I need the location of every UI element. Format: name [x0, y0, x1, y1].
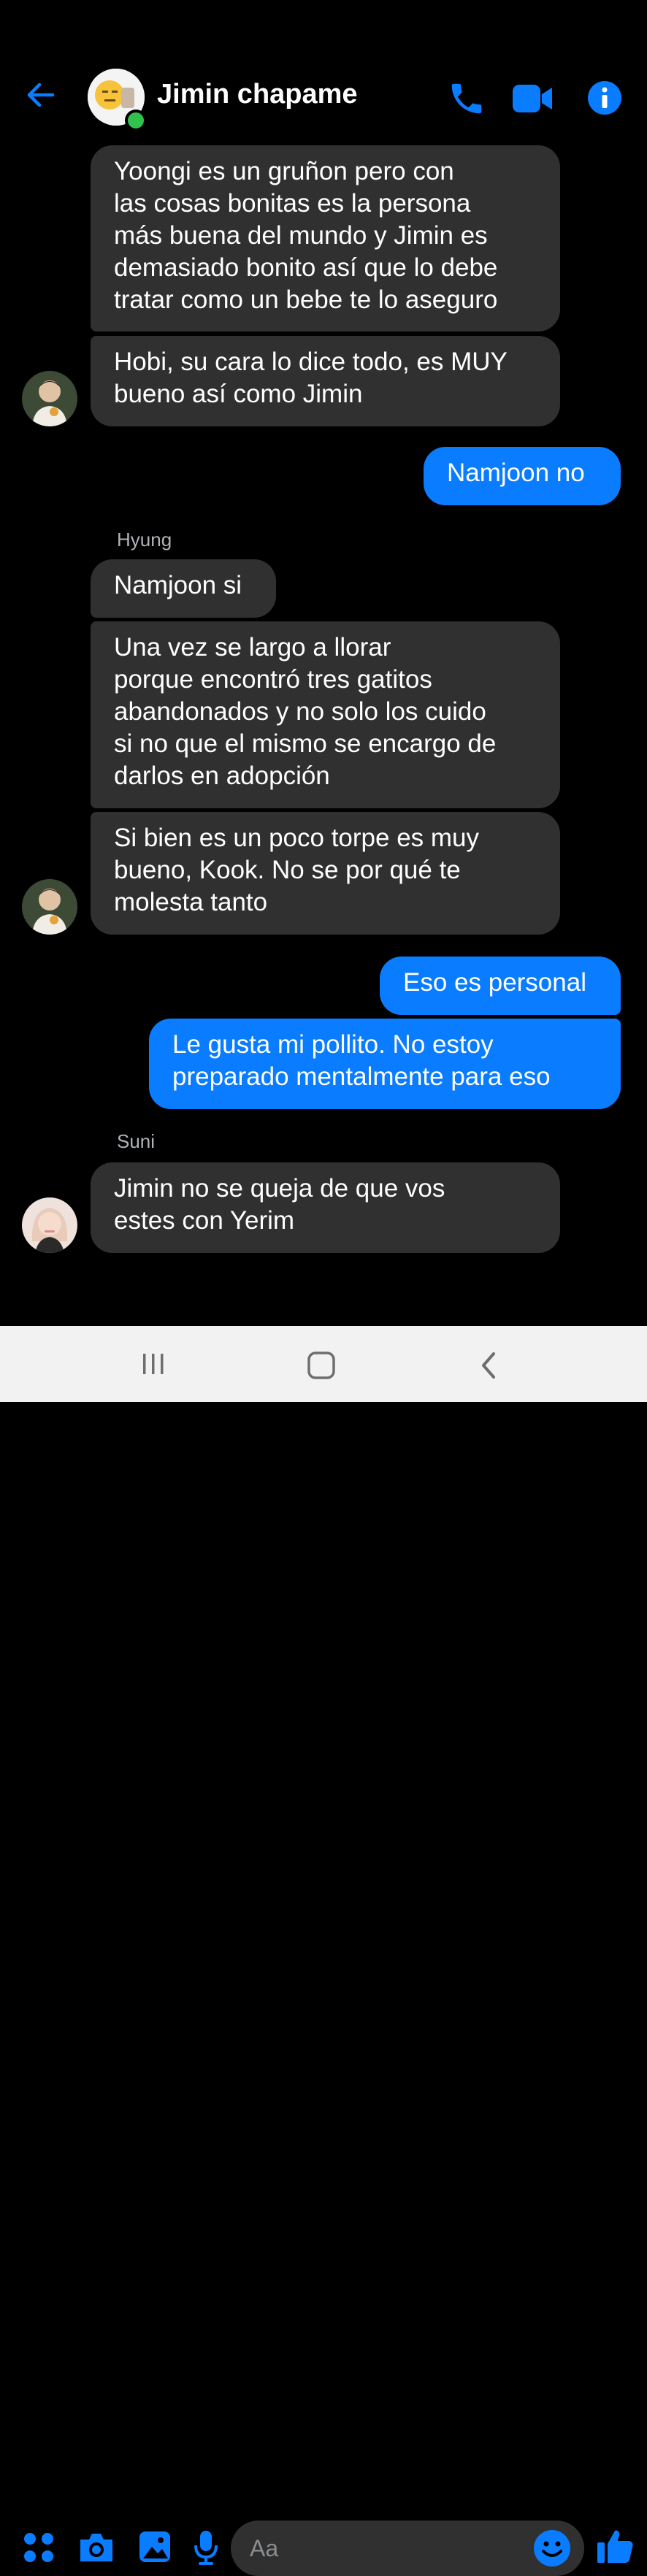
- incoming-message-bubble[interactable]: Namjoon si: [91, 559, 276, 618]
- sender-name: Hyung: [117, 529, 172, 551]
- message-input-placeholder: Aa: [250, 2535, 279, 2561]
- phone-icon[interactable]: [447, 79, 486, 118]
- arrow-left-icon[interactable]: [26, 80, 55, 110]
- conversation-header: Jimin chapame: [0, 0, 647, 146]
- info-icon[interactable]: [587, 80, 622, 115]
- incoming-message-bubble[interactable]: Si bien es un poco torpe es muy bueno, K…: [91, 812, 560, 935]
- incoming-message-bubble[interactable]: Una vez se largo a llorar porque encontr…: [91, 621, 560, 808]
- system-navigation-bar: [0, 1326, 647, 1402]
- emoji-icon[interactable]: [533, 2529, 571, 2567]
- online-status-indicator: [125, 110, 147, 131]
- back-icon[interactable]: [478, 1351, 501, 1380]
- home-icon[interactable]: [307, 1351, 336, 1380]
- incoming-message-bubble[interactable]: Jimin no se queja de que vos estes con Y…: [91, 1162, 560, 1253]
- outgoing-message-bubble[interactable]: Le gusta mi pollito. No estoy preparado …: [149, 1019, 621, 1109]
- sender-avatar[interactable]: [22, 1197, 77, 1253]
- incoming-message-bubble[interactable]: Yoongi es un gruñon pero con las cosas b…: [91, 145, 560, 331]
- sender-name: Suni: [117, 1130, 156, 1152]
- message-input[interactable]: [231, 2521, 584, 2576]
- microphone-icon[interactable]: [193, 2529, 219, 2566]
- sender-avatar[interactable]: [22, 371, 77, 426]
- outgoing-message-bubble[interactable]: Namjoon no: [424, 447, 621, 505]
- outgoing-message-bubble[interactable]: Eso es personal: [380, 957, 621, 1015]
- incoming-message-bubble[interactable]: Hobi, su cara lo dice todo, es MUY bueno…: [91, 336, 560, 426]
- conversation-title[interactable]: Jimin chapame: [157, 79, 358, 110]
- recent-apps-icon[interactable]: [140, 1351, 166, 1377]
- sender-avatar[interactable]: [22, 879, 77, 935]
- apps-grid-icon[interactable]: [22, 2531, 55, 2564]
- video-camera-icon[interactable]: [511, 82, 554, 115]
- camera-icon[interactable]: [77, 2531, 115, 2564]
- thumbs-up-icon[interactable]: [596, 2526, 635, 2566]
- image-icon[interactable]: [137, 2529, 172, 2564]
- message-composer: Aa: [0, 1256, 647, 2576]
